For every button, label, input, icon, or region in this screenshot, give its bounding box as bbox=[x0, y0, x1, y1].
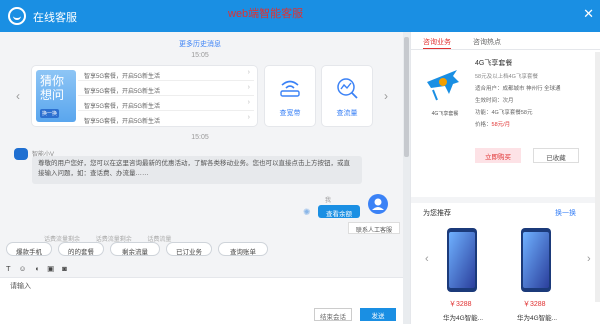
tile-label: 查流量 bbox=[336, 110, 358, 117]
faq-item-label: 智享5G套餐，开启5G新生活 bbox=[84, 104, 161, 110]
faq-card: 猜你想问 换一换 智享5G套餐，开启5G新生活 › 智享5G套餐，开启5G新生活 ›… bbox=[32, 66, 257, 126]
chat-app: 在线客服 web端智能客服 ✕ 更多历史消息 15:05 ‹ › 猜你想问 换一… bbox=[0, 0, 600, 324]
carousel-right-arrow-icon[interactable]: › bbox=[587, 253, 591, 265]
carousel-left-arrow-icon[interactable]: ‹ bbox=[16, 89, 20, 103]
bot-message: 尊敬的用户您好，您可以在这里咨询最新的优惠活动，了解各类移动业务。您也可以直接点… bbox=[32, 156, 362, 184]
tile-data-usage[interactable]: 查流量 bbox=[322, 66, 372, 126]
headset-icon bbox=[8, 7, 26, 25]
faq-item-label: 智享5G套餐，开启5G新生活 bbox=[84, 119, 161, 125]
faq-item[interactable]: 智享5G套餐，开启5G新生活 › bbox=[78, 111, 254, 126]
page-title: web端智能客服 bbox=[228, 8, 304, 20]
quick-replies: 爆款手机 的的套餐 剩余流量 已订业务 查询账单 bbox=[6, 242, 404, 257]
quick-reply[interactable]: 的的套餐 bbox=[58, 242, 104, 256]
buy-now-button[interactable]: 立即购买 bbox=[475, 148, 521, 163]
tab-hot-topics[interactable]: 咨询热点 bbox=[473, 37, 501, 47]
message-input[interactable]: 请输入 结束会话 发送 bbox=[0, 277, 404, 324]
timestamp: 15:05 bbox=[191, 52, 209, 59]
faq-list: 智享5G套餐，开启5G新生活 › 智享5G套餐，开启5G新生活 › 智享5G套餐，开… bbox=[78, 66, 254, 126]
plan-subtitle: 58元及以上档4G飞享套餐 bbox=[475, 74, 538, 80]
faq-item[interactable]: 智享5G套餐，开启5G新生活 › bbox=[78, 66, 254, 81]
product-price: ￥3288 bbox=[523, 301, 546, 308]
panel-scrollbar[interactable] bbox=[595, 52, 600, 302]
plan-detail: 适合用户：成都城市 神州行 全球通 bbox=[475, 86, 561, 92]
info-panel: 咨询业务 咨询热点 4G飞享套餐 4G飞享套餐 58元及以上档4G飞享套餐 适合… bbox=[410, 32, 600, 324]
close-button[interactable]: ✕ bbox=[583, 6, 594, 22]
user-avatar bbox=[368, 194, 388, 214]
quick-reply[interactable]: 已订业务 bbox=[166, 242, 212, 256]
tile-label: 查宽带 bbox=[279, 110, 301, 117]
carousel-left-arrow-icon[interactable]: ‹ bbox=[425, 253, 429, 265]
plan-title: 4G飞享套餐 bbox=[475, 60, 513, 67]
tab-business[interactable]: 咨询业务 bbox=[423, 37, 451, 49]
header-title: 在线客服 bbox=[33, 12, 77, 24]
product-price: ￥3288 bbox=[449, 301, 472, 308]
chevron-right-icon: › bbox=[247, 114, 250, 121]
camera-icon[interactable]: ◙ bbox=[62, 264, 67, 273]
faq-item-label: 智享5G套餐，开启5G新生活 bbox=[84, 89, 161, 95]
contact-human-button[interactable]: 联系人工客服 bbox=[348, 222, 400, 234]
refresh-recommend-link[interactable]: 换一换 bbox=[555, 208, 576, 218]
quick-reply[interactable]: 爆款手机 bbox=[6, 242, 52, 256]
divider bbox=[411, 197, 600, 203]
header-bar: 在线客服 web端智能客服 ✕ bbox=[0, 0, 600, 32]
chat-panel: 更多历史消息 15:05 ‹ › 猜你想问 换一换 智享5G套餐，开启5G新生活… bbox=[0, 32, 410, 324]
plan-detail: 生效时间：次月 bbox=[475, 98, 514, 104]
price-label: 价格： bbox=[475, 122, 492, 128]
product-name[interactable]: 华为4G智能... bbox=[517, 312, 557, 322]
chevron-right-icon: › bbox=[247, 84, 250, 91]
scrollbar-thumb[interactable] bbox=[404, 37, 409, 157]
promo-title: 猜你想问 bbox=[40, 74, 65, 102]
wifi-router-icon bbox=[280, 80, 300, 97]
phone-image[interactable] bbox=[515, 226, 557, 296]
user-message: 查看余额 bbox=[318, 205, 360, 218]
carousel-right-arrow-icon[interactable]: › bbox=[384, 89, 388, 103]
loading-spinner-icon: ✺ bbox=[303, 207, 311, 217]
faq-item[interactable]: 智享5G套餐，开启5G新生活 › bbox=[78, 96, 254, 111]
favorite-button[interactable]: 已收藏 bbox=[533, 148, 579, 163]
voice-icon[interactable]: ◖ bbox=[34, 264, 39, 273]
chart-search-icon bbox=[337, 78, 358, 99]
input-placeholder: 请输入 bbox=[10, 283, 31, 290]
plan-detail: 功能：4G飞享套餐58元 bbox=[475, 110, 533, 116]
bot-avatar bbox=[14, 148, 28, 160]
refresh-button[interactable]: 换一换 bbox=[40, 109, 60, 118]
tile-broadband[interactable]: 查宽带 bbox=[265, 66, 315, 126]
user-icon bbox=[372, 198, 384, 210]
quick-reply[interactable]: 查询账单 bbox=[218, 242, 268, 256]
faq-item-label: 智享5G套餐，开启5G新生活 bbox=[84, 74, 161, 80]
plan-price-row: 价格：58元/月 bbox=[475, 120, 510, 128]
product-name[interactable]: 华为4G智能... bbox=[443, 312, 483, 322]
chevron-right-icon: › bbox=[247, 69, 250, 76]
quick-reply[interactable]: 剩余流量 bbox=[110, 242, 160, 256]
image-icon[interactable]: ▣ bbox=[47, 264, 54, 273]
phone-image[interactable] bbox=[441, 226, 483, 296]
chat-scrollbar[interactable] bbox=[403, 32, 410, 324]
end-chat-button[interactable]: 结束会话 bbox=[314, 308, 352, 321]
panel-tabs: 咨询业务 咨询热点 bbox=[411, 32, 600, 50]
plan-image-caption: 4G飞享套餐 bbox=[431, 111, 459, 117]
chevron-right-icon: › bbox=[247, 99, 250, 106]
faq-item[interactable]: 智享5G套餐，开启5G新生活 › bbox=[78, 81, 254, 96]
user-name: 我 bbox=[325, 198, 332, 204]
emoji-icon[interactable]: ☺ bbox=[19, 264, 27, 273]
recommend-title: 为您推荐 bbox=[423, 210, 451, 217]
history-link[interactable]: 更多历史消息 bbox=[0, 39, 400, 49]
send-button[interactable]: 发送 bbox=[360, 308, 396, 321]
text-icon[interactable]: T bbox=[6, 264, 11, 273]
guess-promo: 猜你想问 换一换 bbox=[36, 70, 76, 122]
timestamp: 15:05 bbox=[191, 134, 209, 141]
plan-price: 58元/月 bbox=[491, 122, 511, 128]
input-toolbar: T ☺ ◖ ▣ ◙ bbox=[6, 264, 73, 276]
airplane-icon bbox=[427, 70, 459, 101]
